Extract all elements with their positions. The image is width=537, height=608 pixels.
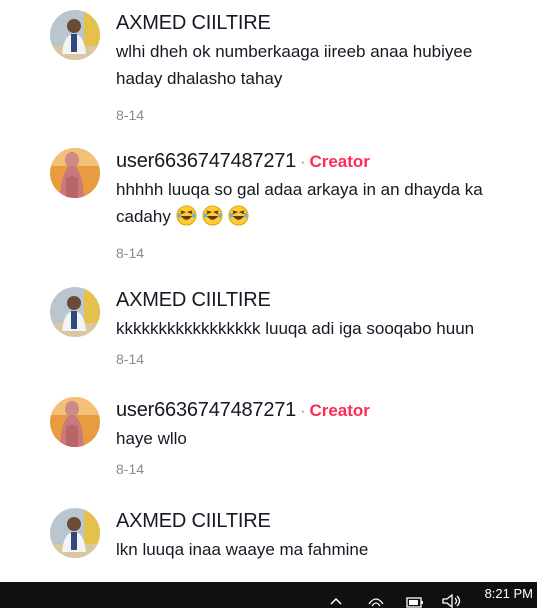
comment-text-line: haday dhalasho tahay	[116, 69, 283, 88]
comment-text: kkkkkkkkkkkkkkkkk luuqa adi iga sooqabo …	[116, 315, 537, 342]
laughing-emoji-icon	[176, 205, 197, 226]
comment-header: AXMED CIILTIRE	[116, 287, 537, 313]
page: AXMED CIILTIRE wlhi dheh ok numberkaaga …	[0, 0, 537, 608]
man-avatar-icon	[50, 508, 100, 558]
comment-body: AXMED CIILTIRE wlhi dheh ok numberkaaga …	[116, 10, 537, 124]
comment-text-line: cadahy	[116, 203, 537, 230]
creator-badge: Creator	[309, 152, 370, 171]
laughing-emoji-icon	[202, 205, 223, 226]
comment-date: 8-14	[116, 107, 145, 123]
comment-body: user6636747487271 · Creator haye wllo 8-14	[116, 397, 537, 478]
comment-header: AXMED CIILTIRE	[116, 10, 537, 36]
user-avatar[interactable]	[50, 508, 100, 558]
taskbar: 8:21 PM	[0, 582, 537, 608]
comment-text: hhhhh luuqa so gal adaa arkaya in an dha…	[116, 176, 537, 230]
wifi-icon[interactable]	[368, 594, 384, 608]
comment-date: 8-14	[116, 351, 145, 367]
creator-badge: Creator	[309, 401, 370, 420]
volume-icon[interactable]	[442, 594, 462, 608]
comment-text-line: wlhi dheh ok numberkaaga iireeb anaa hub…	[116, 42, 473, 61]
comment-body: user6636747487271 · Creator hhhhh luuqa so…	[116, 148, 537, 262]
woman-avatar-icon	[50, 148, 100, 198]
user-avatar[interactable]	[50, 287, 100, 337]
comment-text: lkn luuqa inaa waaye ma fahmine	[116, 536, 537, 563]
username-link[interactable]: user6636747487271	[116, 399, 296, 421]
battery-icon[interactable]	[406, 596, 424, 608]
comment-date: 8-14	[116, 461, 145, 477]
woman-avatar-icon	[50, 397, 100, 447]
taskbar-clock[interactable]: 8:21 PM	[485, 586, 533, 601]
comment-body: AXMED CIILTIRE lkn luuqa inaa waaye ma f…	[116, 508, 537, 563]
comment-text-line: kkkkkkkkkkkkkkkkk luuqa adi iga sooqabo …	[116, 319, 475, 338]
comment-text-fragment: cadahy	[116, 207, 171, 226]
comment-date: 8-14	[116, 245, 145, 261]
username-link[interactable]: user6636747487271	[116, 150, 296, 172]
separator-dot: ·	[300, 403, 306, 420]
comment-text-line: haye wllo	[116, 429, 187, 448]
man-avatar-icon	[50, 10, 100, 60]
comment-header: user6636747487271 · Creator	[116, 148, 537, 174]
user-avatar[interactable]	[50, 148, 100, 198]
comment-header: user6636747487271 · Creator	[116, 397, 537, 423]
emoji-group	[176, 205, 254, 226]
separator-dot: ·	[300, 154, 306, 171]
comment-text: haye wllo	[116, 425, 537, 452]
comment-header: AXMED CIILTIRE	[116, 508, 537, 534]
comment-list[interactable]: AXMED CIILTIRE wlhi dheh ok numberkaaga …	[0, 0, 537, 582]
user-avatar[interactable]	[50, 397, 100, 447]
username-link[interactable]: AXMED CIILTIRE	[116, 510, 271, 532]
chevron-up-icon[interactable]	[330, 597, 342, 605]
comment-text-line: hhhhh luuqa so gal adaa arkaya in an dha…	[116, 180, 483, 199]
comment-text-line: lkn luuqa inaa waaye ma fahmine	[116, 540, 369, 559]
comment-body: AXMED CIILTIRE kkkkkkkkkkkkkkkkk luuqa a…	[116, 287, 537, 368]
user-avatar[interactable]	[50, 10, 100, 60]
username-link[interactable]: AXMED CIILTIRE	[116, 289, 271, 311]
laughing-emoji-icon	[228, 205, 249, 226]
comment-text: wlhi dheh ok numberkaaga iireeb anaa hub…	[116, 38, 537, 92]
username-link[interactable]: AXMED CIILTIRE	[116, 12, 271, 34]
man-avatar-icon	[50, 287, 100, 337]
